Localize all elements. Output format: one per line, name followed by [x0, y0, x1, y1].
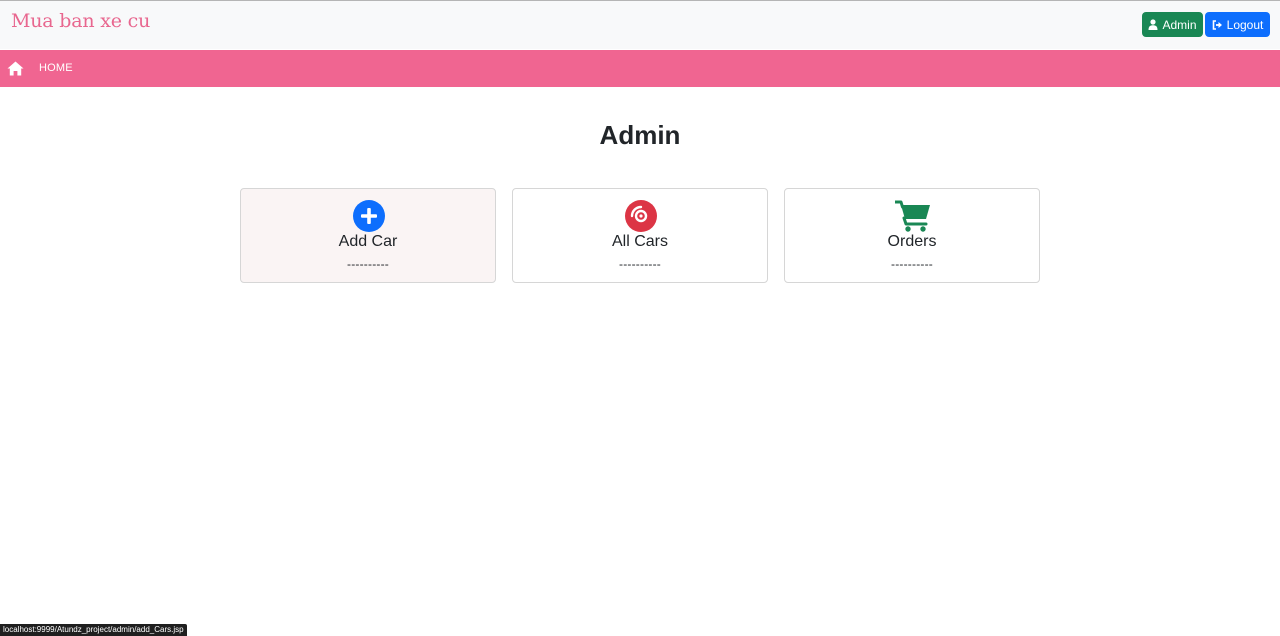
card-title: All Cars	[611, 233, 668, 250]
main-navbar: HOME	[0, 50, 1280, 87]
card-title: Add Car	[338, 233, 398, 250]
user-icon	[1148, 19, 1158, 30]
plus-circle-icon	[353, 200, 385, 232]
logout-button[interactable]: Logout	[1205, 12, 1270, 37]
nav-home-link[interactable]: HOME	[39, 62, 73, 74]
cart-icon	[895, 200, 930, 232]
page-title: Admin	[599, 120, 681, 150]
status-bar-url: localhost:9999/Atundz_project/admin/add_…	[0, 624, 187, 636]
sign-out-icon	[1212, 19, 1222, 30]
admin-button[interactable]: Admin	[1142, 12, 1203, 37]
orders-card[interactable]: Orders ----------	[784, 188, 1040, 283]
top-header: Mua ban xe cu Admin Logout	[0, 0, 1280, 49]
home-icon[interactable]	[7, 61, 24, 76]
add-car-card[interactable]: Add Car ----------	[240, 188, 496, 283]
all-cars-card[interactable]: All Cars ----------	[512, 188, 768, 283]
card-title: Orders	[887, 233, 937, 250]
admin-button-label: Admin	[1162, 17, 1197, 32]
brand-logo[interactable]: Mua ban xe cu	[11, 10, 150, 32]
card-subtitle: ----------	[619, 257, 661, 271]
card-subtitle: ----------	[891, 257, 933, 271]
logout-button-label: Logout	[1226, 17, 1264, 32]
disc-icon	[625, 200, 657, 232]
card-subtitle: ----------	[347, 257, 389, 271]
